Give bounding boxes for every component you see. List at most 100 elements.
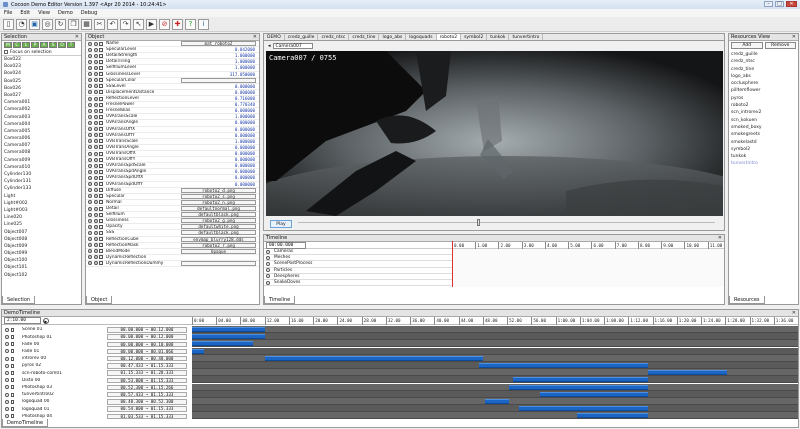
resource-item[interactable]: logo_abs — [729, 73, 798, 80]
selection-item[interactable]: Box026 — [2, 84, 81, 92]
cursor-icon[interactable]: ↖ — [133, 18, 144, 30]
clip-time[interactable]: 00.52.300 ~ 01.15.266 — [107, 384, 187, 391]
refresh-icon[interactable]: ↻ — [55, 18, 66, 30]
clip-time[interactable]: 00.57.433 ~ 01.15.333 — [107, 391, 187, 398]
visibility-icon[interactable] — [5, 327, 9, 332]
visibility-icon[interactable] — [5, 378, 9, 383]
selection-item[interactable]: Camera008 — [2, 149, 81, 156]
lock-icon[interactable] — [94, 151, 98, 156]
visibility-icon[interactable] — [88, 200, 92, 205]
visibility-icon[interactable] — [88, 182, 92, 187]
property-value[interactable]: 0.000000 — [181, 175, 259, 180]
selection-item[interactable]: Camera007 — [2, 142, 81, 150]
scene-tab[interactable]: DEMO — [264, 34, 285, 40]
visibility-icon[interactable] — [88, 78, 92, 83]
filter-s[interactable]: S — [49, 42, 57, 48]
visibility-icon[interactable] — [88, 120, 92, 125]
scene-tab[interactable]: tunvertintro — [509, 34, 544, 40]
property-value[interactable]: 0.000000 — [181, 163, 259, 168]
property-value[interactable] — [181, 77, 256, 83]
visibility-icon[interactable] — [88, 243, 92, 248]
clip-time[interactable]: 00.00.000 ~ 00.10.000 — [107, 341, 187, 348]
visibility-icon[interactable] — [88, 72, 92, 77]
visibility-icon[interactable] — [5, 392, 9, 397]
visibility-icon[interactable] — [88, 41, 92, 46]
visibility-icon[interactable] — [5, 363, 9, 368]
visibility-icon[interactable] — [88, 127, 92, 132]
property-value[interactable]: defaultnormal.png — [181, 206, 256, 211]
selection-item[interactable]: Light — [2, 193, 81, 200]
menu-edit[interactable]: Edit — [20, 10, 30, 16]
visibility-icon[interactable] — [88, 255, 92, 260]
selection-item[interactable]: Object102 — [2, 271, 81, 279]
resource-item[interactable]: tunvertintro — [729, 160, 798, 167]
render-viewport[interactable]: Camera007 / 0755 — [266, 51, 723, 216]
clip-time[interactable]: 00.00.000 ~ 00.12.000 — [107, 334, 187, 340]
tab-object[interactable]: Object — [86, 296, 113, 304]
selection-item[interactable]: Camera003 — [2, 113, 81, 121]
lock-icon[interactable] — [94, 120, 98, 125]
selection-item[interactable]: Cylinder130 — [2, 171, 81, 179]
timeline-playhead[interactable] — [452, 241, 453, 287]
visibility-icon[interactable] — [88, 102, 92, 107]
visibility-icon[interactable] — [88, 237, 92, 242]
lock-icon[interactable] — [94, 188, 98, 193]
lock-icon[interactable] — [94, 102, 98, 107]
timeline-time-input[interactable]: 00:00.000 — [266, 241, 307, 249]
resource-item[interactable]: scn_introrev2 — [729, 109, 798, 117]
resource-item[interactable]: scn_kokuen — [729, 117, 798, 124]
lock-icon[interactable] — [94, 261, 98, 266]
visibility-icon[interactable] — [88, 169, 92, 174]
play-button[interactable]: Play — [270, 220, 292, 228]
resource-item[interactable]: smokelastd — [729, 138, 798, 146]
visibility-icon[interactable] — [88, 163, 92, 168]
property-value[interactable]: 0.000000 — [181, 182, 259, 187]
property-value[interactable]: 1.000000 — [181, 65, 259, 70]
property-value[interactable] — [181, 260, 256, 266]
selection-item[interactable]: Object009 — [2, 242, 81, 251]
resource-item[interactable]: credz_ntsc — [729, 58, 798, 65]
tab-selection[interactable]: Selection — [2, 296, 36, 304]
visibility-icon[interactable] — [88, 139, 92, 144]
lock-icon[interactable] — [94, 114, 98, 119]
lock-icon[interactable] — [94, 194, 98, 199]
property-value[interactable]: roboto2_g.png — [181, 218, 256, 224]
clip-time[interactable]: 00.00.000 ~ 00.01.066 — [107, 348, 187, 355]
visibility-icon[interactable] — [88, 108, 92, 113]
lock-icon[interactable] — [11, 414, 14, 419]
property-value[interactable]: 0.000000 — [181, 90, 259, 95]
property-value[interactable]: roboto2_n.png — [181, 199, 256, 205]
selection-item[interactable]: Line020 — [2, 214, 81, 222]
visibility-icon[interactable] — [5, 335, 9, 340]
visibility-icon[interactable] — [88, 249, 92, 254]
visibility-icon[interactable] — [5, 407, 9, 412]
info-icon[interactable]: i — [198, 18, 209, 30]
selection-item[interactable]: Camera010 — [2, 164, 81, 171]
minimize-button[interactable]: – — [764, 1, 773, 7]
scene-tab[interactable]: tunkok — [487, 34, 510, 40]
filter-p[interactable]: P — [31, 42, 39, 48]
visibility-icon[interactable] — [88, 145, 92, 150]
selection-item[interactable]: Cylinder131 — [2, 178, 81, 185]
property-value[interactable]: 0.000000 — [181, 133, 259, 138]
visibility-icon[interactable] — [5, 371, 9, 376]
visibility-icon[interactable] — [5, 414, 9, 419]
lock-icon[interactable] — [94, 53, 98, 58]
cancel-icon[interactable]: ⊘ — [159, 18, 170, 30]
clip-time[interactable]: 00.00.000 ~ 00.12.000 — [107, 327, 187, 333]
selection-item[interactable]: Object007 — [2, 228, 81, 236]
lock-icon[interactable] — [94, 72, 98, 77]
menu-debug[interactable]: Debug — [81, 10, 97, 16]
selection-item[interactable]: Light#003 — [2, 207, 81, 214]
close-icon[interactable]: ✕ — [75, 34, 79, 40]
selection-item[interactable]: Object099 — [2, 250, 81, 257]
resource-item[interactable]: tunkok — [729, 153, 798, 161]
lock-icon[interactable] — [94, 41, 98, 46]
clip-bar[interactable] — [508, 384, 649, 390]
lock-icon[interactable] — [11, 407, 14, 412]
resource-item[interactable]: pyros — [729, 94, 798, 103]
selection-item[interactable]: Camera001 — [2, 99, 81, 107]
lock-icon[interactable] — [94, 182, 98, 187]
filter-m[interactable]: M — [4, 42, 12, 48]
lock-icon[interactable] — [94, 249, 98, 254]
